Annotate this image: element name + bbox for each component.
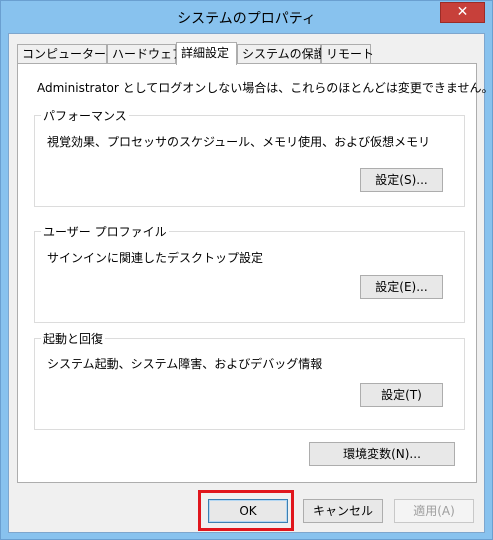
cancel-button[interactable]: キャンセル xyxy=(303,499,383,523)
dialog-client-area: コンピューター名 ハードウェア 詳細設定 システムの保護 リモート Admini… xyxy=(8,33,493,533)
window-title: システムのプロパティ xyxy=(177,11,316,27)
tab-hardware[interactable]: ハードウェア xyxy=(107,44,184,64)
startup-recovery-description: システム起動、システム障害、およびデバッグ情報 xyxy=(47,357,323,371)
performance-settings-button[interactable]: 設定(S)... xyxy=(360,168,443,192)
advanced-tab-page: Administrator としてログオンしない場合は、これらのほとんどは変更で… xyxy=(17,63,493,483)
environment-variables-button[interactable]: 環境変数(N)... xyxy=(309,442,455,466)
system-properties-window: システムのプロパティ ✕ コンピューター名 ハードウェア 詳細設定 システムの保… xyxy=(0,0,493,540)
performance-group: パフォーマンス 視覚効果、プロセッサのスケジュール、メモリ使用、および仮想メモリ… xyxy=(34,107,465,207)
performance-group-title: パフォーマンス xyxy=(41,107,129,124)
startup-recovery-group-title: 起動と回復 xyxy=(41,330,106,347)
title-bar[interactable]: システムのプロパティ ✕ xyxy=(1,1,492,33)
apply-button[interactable]: 適用(A) xyxy=(394,499,474,523)
startup-recovery-settings-button[interactable]: 設定(T) xyxy=(360,383,443,407)
close-icon: ✕ xyxy=(456,4,469,20)
tab-computer-name[interactable]: コンピューター名 xyxy=(17,44,118,64)
admin-notice-text: Administrator としてログオンしない場合は、これらのほとんどは変更で… xyxy=(37,81,493,95)
tab-remote[interactable]: リモート xyxy=(321,44,374,64)
performance-description: 視覚効果、プロセッサのスケジュール、メモリ使用、および仮想メモリ xyxy=(47,135,431,149)
user-profile-group-title: ユーザー プロファイル xyxy=(41,223,169,240)
user-profile-group: ユーザー プロファイル サインインに関連したデスクトップ設定 設定(E)... xyxy=(34,223,465,323)
startup-recovery-group: 起動と回復 システム起動、システム障害、およびデバッグ情報 設定(T) xyxy=(34,330,465,430)
tab-advanced[interactable]: 詳細設定 xyxy=(176,42,237,65)
user-profile-description: サインインに関連したデスクトップ設定 xyxy=(47,251,264,265)
close-button[interactable]: ✕ xyxy=(440,2,485,23)
ok-button-highlight xyxy=(198,490,294,531)
user-profile-settings-button[interactable]: 設定(E)... xyxy=(360,275,443,299)
tab-system-protection[interactable]: システムの保護 xyxy=(237,44,326,64)
